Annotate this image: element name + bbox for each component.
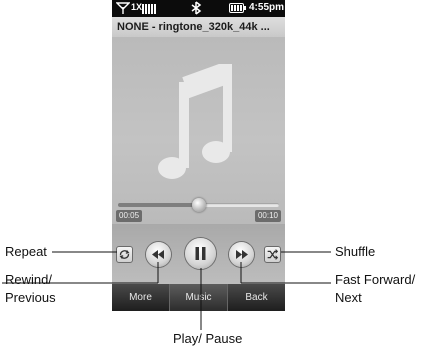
progress-fill (118, 203, 199, 207)
bluetooth-icon (191, 1, 202, 15)
callout-ffwd-line2: Next (335, 290, 362, 305)
elapsed-time: 00:05 (116, 210, 143, 222)
callout-play-pause: Play/ Pause (173, 331, 243, 346)
callout-repeat: Repeat (5, 244, 47, 259)
playback-controls (112, 224, 285, 284)
pause-icon (195, 247, 206, 260)
signal-bars-icon (142, 4, 156, 14)
back-softkey[interactable]: Back (228, 284, 285, 311)
rewind-icon (152, 250, 164, 259)
shuffle-icon (267, 249, 279, 260)
callout-ffwd-line1: Fast Forward/ (335, 272, 416, 287)
more-softkey[interactable]: More (112, 284, 170, 311)
play-pause-button[interactable] (185, 238, 216, 269)
repeat-button[interactable] (116, 246, 133, 263)
rewind-button[interactable] (146, 242, 171, 267)
callout-rewind-line2: Previous (5, 290, 56, 305)
battery-icon (229, 3, 246, 13)
clock: 4:55pm (249, 2, 285, 13)
callout-shuffle: Shuffle (335, 244, 376, 259)
fast-forward-icon (236, 250, 248, 259)
music-softkey[interactable]: Music (170, 284, 228, 311)
callout-rewind-line1: Rewind/ (5, 272, 52, 287)
network-type: 1X (131, 2, 143, 12)
fast-forward-button[interactable] (229, 242, 254, 267)
progress-knob[interactable] (191, 198, 206, 212)
softkey-bar: More Music Back (112, 284, 285, 311)
signal-icon (116, 2, 130, 14)
music-player-screen: 1X 4:55pm NONE - ringtone_320k_44k ... 0… (112, 0, 285, 311)
shuffle-button[interactable] (264, 246, 281, 263)
total-time: 00:10 (254, 210, 281, 222)
music-note-icon (158, 64, 232, 179)
progress-bar[interactable] (118, 198, 279, 212)
track-title: NONE - ringtone_320k_44k ... (112, 17, 285, 37)
status-bar: 1X 4:55pm (112, 0, 285, 17)
repeat-icon (119, 250, 130, 259)
